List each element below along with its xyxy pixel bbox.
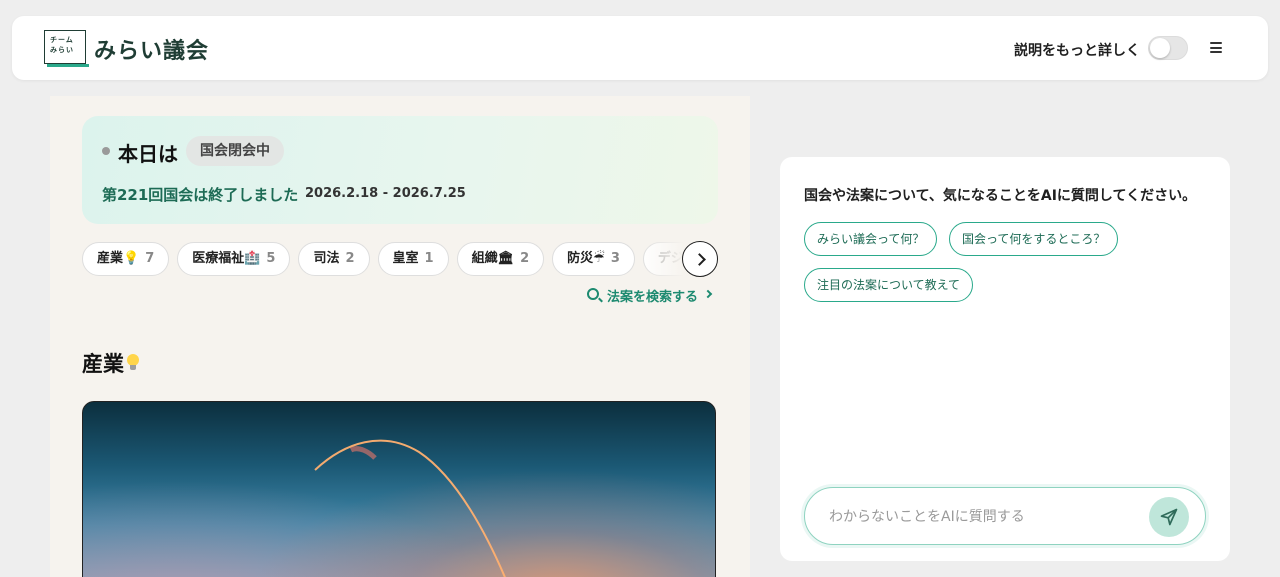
chevron-right-icon	[703, 289, 713, 299]
chat-intro-text: 国会や法案について、気になることをAIに質問してください。	[804, 188, 1197, 204]
search-icon	[587, 288, 599, 300]
send-button[interactable]	[1149, 497, 1189, 537]
logo-icon[interactable]: チーム みらい	[44, 30, 89, 67]
chat-input[interactable]	[829, 506, 1129, 528]
section-title: 産業	[82, 348, 140, 378]
explain-toggle[interactable]	[1148, 36, 1188, 60]
chip-count: 1	[424, 251, 434, 266]
chip-label: 防災☔	[567, 251, 605, 266]
category-chip-imperial[interactable]: 皇室 1	[377, 242, 449, 276]
status-badge: 国会閉会中	[186, 136, 284, 166]
logo-line1: チーム	[50, 36, 74, 44]
chip-label: 産業💡	[97, 251, 140, 266]
status-dot-icon	[102, 147, 110, 155]
explain-toggle-label: 説明をもっと詳しく	[1014, 43, 1140, 59]
suggestion-what-is-mirai[interactable]: みらい議会って何？	[804, 222, 938, 256]
category-chip-industry[interactable]: 産業💡 7	[82, 242, 170, 276]
session-dates: 2026.2.18 - 2026.7.25	[305, 186, 466, 201]
category-chip-row: 産業💡7医療福祉🏥5司法2皇室1組織🏛2防災☔3デジ	[82, 242, 684, 276]
app-header: チーム みらい みらい議会 説明をもっと詳しく	[12, 16, 1268, 80]
category-chip-disaster[interactable]: 防災☔ 3	[552, 242, 635, 276]
logo-line2: みらい	[50, 46, 74, 54]
chip-count: 3	[610, 251, 620, 266]
session-status-card: 本日は 国会閉会中 第221回国会は終了しました 2026.2.18 - 202…	[82, 116, 718, 224]
chip-label: 医療福祉🏥	[192, 251, 261, 266]
rocket-launch-trail	[314, 439, 506, 577]
chip-scroll-next-button[interactable]	[682, 241, 718, 277]
brand-name[interactable]: みらい議会	[94, 33, 209, 65]
search-bills-label: 法案を検索する	[607, 290, 699, 305]
chip-count: 7	[145, 251, 155, 266]
section-title-text: 産業	[82, 352, 124, 376]
chip-count: 2	[520, 251, 530, 266]
category-chip-medical[interactable]: 医療福祉🏥 5	[177, 242, 291, 276]
category-chip-judiciary[interactable]: 司法 2	[298, 242, 370, 276]
send-icon	[1160, 508, 1178, 526]
featured-bill-image[interactable]	[82, 401, 716, 577]
lightbulb-icon	[126, 353, 140, 373]
chip-count: 2	[345, 251, 355, 266]
status-today-label: 本日は	[118, 142, 178, 166]
session-status-text: 第221回国会は終了しました	[102, 186, 299, 204]
chip-count: 5	[266, 251, 276, 266]
chip-label: 皇室	[392, 251, 419, 266]
chip-label: 組織🏛	[471, 251, 515, 266]
main-content: 本日は 国会閉会中 第221回国会は終了しました 2026.2.18 - 202…	[50, 96, 750, 577]
suggestion-featured-bills[interactable]: 注目の法案について教えて	[804, 268, 974, 302]
chat-input-box	[804, 487, 1206, 545]
ai-chat-panel: 国会や法案について、気になることをAIに質問してください。 みらい議会って何？ …	[780, 157, 1230, 561]
chip-row-fade	[640, 242, 684, 276]
hamburger-menu-icon[interactable]	[1210, 42, 1222, 53]
suggestion-what-is-diet[interactable]: 国会って何をするところ？	[949, 222, 1119, 256]
chip-label: 司法	[313, 251, 340, 266]
category-chip-organization[interactable]: 組織🏛 2	[456, 242, 545, 276]
